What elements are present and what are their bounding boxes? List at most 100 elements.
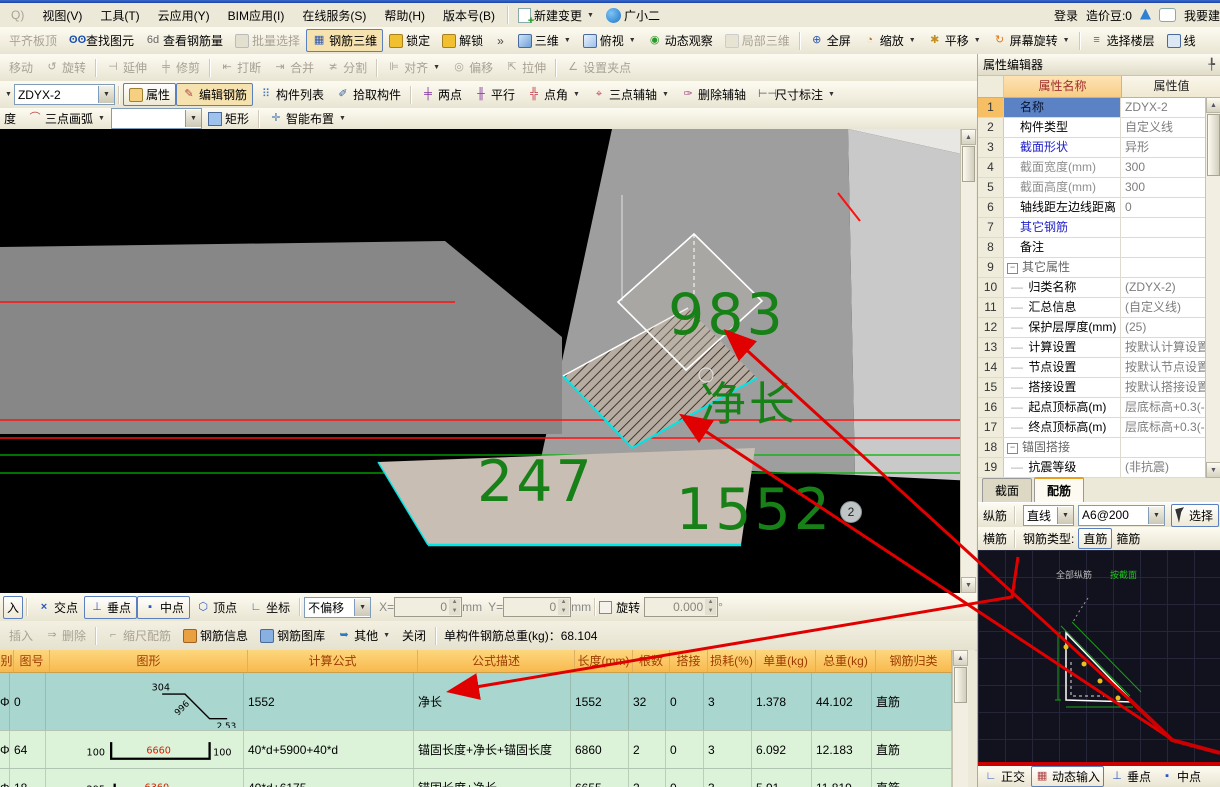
align-button[interactable]: ⊫对齐▼ xyxy=(381,56,446,79)
property-row[interactable]: 13— 计算设置按默认计算设置 xyxy=(978,338,1220,358)
canvas-scrollbar[interactable]: ▲ ▼ xyxy=(960,129,976,593)
menu-item-partial[interactable]: Q) xyxy=(2,5,33,25)
col-formula[interactable]: 计算公式 xyxy=(248,650,418,672)
col-formula-desc[interactable]: 公式描述 xyxy=(418,650,575,672)
insert-button[interactable]: 插入 xyxy=(3,624,39,647)
col-grade[interactable]: 别 xyxy=(0,650,14,672)
property-row[interactable]: 10— 归类名称(ZDYX-2) xyxy=(978,278,1220,298)
offset-mode-combobox[interactable]: 不偏移 ▼ xyxy=(304,597,371,618)
stirrup-option[interactable]: 箍筋 xyxy=(1116,530,1140,547)
cell-grade[interactable]: Φ xyxy=(0,731,10,768)
local-3d-button[interactable]: 局部三维 xyxy=(719,29,796,52)
snap-midpoint-button[interactable]: ▪中点 xyxy=(137,596,190,619)
set-grip-button[interactable]: ∠设置夹点 xyxy=(560,56,637,79)
menu-item-online-services[interactable]: 在线服务(S) xyxy=(293,4,375,27)
full-screen-button[interactable]: ⊕全屏 xyxy=(804,29,857,52)
login-button[interactable]: 登录 xyxy=(1054,7,1078,24)
cost-beans-label[interactable]: 造价豆:0 xyxy=(1086,7,1132,24)
property-row[interactable]: 12— 保护层厚度(mm)(25) xyxy=(978,318,1220,338)
dimension-button[interactable]: ⊢⊣尺寸标注▼ xyxy=(752,83,841,106)
scroll-up-icon[interactable]: ▲ xyxy=(1206,97,1220,113)
line-type-combobox[interactable]: 直线 ▼ xyxy=(1023,505,1074,526)
rebar-spec-combobox[interactable]: A6@200 ▼ xyxy=(1078,505,1165,526)
section-preview-canvas[interactable]: 全部纵筋 按截面 xyxy=(978,550,1220,762)
scale-rebar-button[interactable]: ⌐缩尺配筋 xyxy=(100,624,177,647)
combobox-arrow-icon[interactable]: ▼ xyxy=(354,599,370,616)
property-row[interactable]: 17— 终点顶标高(m)层底标高+0.3(-2 xyxy=(978,418,1220,438)
offset-button[interactable]: ◎偏移 xyxy=(446,56,499,79)
col-total-weight[interactable]: 总重(kg) xyxy=(816,650,876,672)
cell-count[interactable]: 32 xyxy=(629,673,666,730)
cell-length[interactable]: 1552 xyxy=(571,673,629,730)
other-button[interactable]: ➥其他▼ xyxy=(331,624,396,647)
cell-lap[interactable]: 0 xyxy=(666,769,704,787)
cell-formula[interactable]: 1552 xyxy=(244,673,414,730)
rebar-3d-button[interactable]: ▦钢筋三维 xyxy=(306,29,383,52)
dynamic-input-button[interactable]: ▦动态输入 xyxy=(1031,766,1104,787)
smart-layout-button[interactable]: ✛智能布置▼ xyxy=(263,107,352,130)
break-button[interactable]: ⇤打断 xyxy=(214,56,267,79)
straight-rebar-option[interactable]: 直筋 xyxy=(1078,528,1112,549)
three-point-aux-axis-button[interactable]: ⌖三点辅轴▼ xyxy=(586,83,675,106)
property-row[interactable]: 16— 起点顶标高(m)层底标高+0.3(-2 xyxy=(978,398,1220,418)
cell-total-weight[interactable]: 11.819 xyxy=(812,769,872,787)
menu-item-bim-apps[interactable]: BIM应用(I) xyxy=(219,4,294,27)
property-row[interactable]: 7其它钢筋 xyxy=(978,218,1220,238)
spinner-icon[interactable]: ▲▼ xyxy=(449,599,460,615)
snap-intersection-button[interactable]: ×交点 xyxy=(31,596,84,619)
cell-formula-desc[interactable]: 净长 xyxy=(414,673,571,730)
table-row[interactable]: Φ64100666010040*d+5900+40*d锚固长度+净长+锚固长度6… xyxy=(0,731,952,769)
col-count[interactable]: 根数 xyxy=(633,650,670,672)
feedback-chat-icon[interactable] xyxy=(1159,8,1176,22)
view-3d-button[interactable]: 三维▼ xyxy=(512,29,577,52)
cell-total-weight[interactable]: 12.183 xyxy=(812,731,872,768)
cell-category[interactable]: 直筋 xyxy=(872,731,952,768)
table-scrollbar[interactable]: ▲ xyxy=(952,650,968,787)
rebar-gallery-button[interactable]: 钢筋图库 xyxy=(254,624,331,647)
cell-loss[interactable]: 3 xyxy=(704,769,752,787)
cell-unit-weight[interactable]: 1.378 xyxy=(752,673,812,730)
combobox-arrow-icon[interactable]: ▼ xyxy=(185,110,201,127)
snap-perpendicular-button[interactable]: ⊥垂点 xyxy=(84,596,137,619)
table-row[interactable]: Φ18295636040*d+6175锚固长度+净长66552035.9111.… xyxy=(0,769,952,787)
menu-item-tools[interactable]: 工具(T) xyxy=(91,4,148,27)
overflow-chevron-icon[interactable]: » xyxy=(497,34,504,48)
two-point-axis-button[interactable]: ╪两点 xyxy=(415,83,468,106)
view-rebar-amount-button[interactable]: 6d查看钢筋量 xyxy=(140,29,229,52)
property-row[interactable]: 18−锚固搭接 xyxy=(978,438,1220,458)
extend-button[interactable]: ⊣延伸 xyxy=(100,56,153,79)
tab-reinforcement[interactable]: 配筋 xyxy=(1034,477,1084,502)
blank-combobox[interactable]: ▼ xyxy=(111,108,202,129)
col-length[interactable]: 长度(mm) xyxy=(575,650,633,672)
cell-formula[interactable]: 40*d+6175 xyxy=(244,769,414,787)
combobox-arrow-icon[interactable]: ▼ xyxy=(1148,507,1164,524)
spinner-icon[interactable]: ▲▼ xyxy=(558,599,569,615)
cell-formula-desc[interactable]: 锚固长度+净长 xyxy=(414,769,571,787)
cell-count[interactable]: 2 xyxy=(629,731,666,768)
component-combobox[interactable]: ZDYX-2 ▼ xyxy=(14,84,115,105)
col-unit-weight[interactable]: 单重(kg) xyxy=(756,650,816,672)
zoom-button[interactable]: ◔缩放▼ xyxy=(857,29,922,52)
cell-loss[interactable]: 3 xyxy=(704,673,752,730)
point-angle-axis-button[interactable]: ╬点角▼ xyxy=(521,83,586,106)
parallel-axis-button[interactable]: ╫平行 xyxy=(468,83,521,106)
x-input[interactable]: 0▲▼ xyxy=(394,597,462,617)
property-row[interactable]: 4截面宽度(mm)300 xyxy=(978,158,1220,178)
unlock-button[interactable]: 解锁 xyxy=(436,29,489,52)
combobox-arrow-icon[interactable]: ▼ xyxy=(98,86,114,103)
pin-icon[interactable]: ╄ xyxy=(1208,58,1215,71)
cell-category[interactable]: 直筋 xyxy=(872,673,952,730)
mid-snap-button[interactable]: ▪中点 xyxy=(1157,766,1204,787)
menu-item-cloud-apps[interactable]: 云应用(Y) xyxy=(149,4,219,27)
property-row[interactable]: 11— 汇总信息(自定义线) xyxy=(978,298,1220,318)
cell-diagram-no[interactable]: 0 xyxy=(10,673,46,730)
close-button[interactable]: 关闭 xyxy=(396,624,432,647)
menu-item-view[interactable]: 视图(V) xyxy=(33,4,91,27)
property-row[interactable]: 9−其它属性 xyxy=(978,258,1220,278)
rectangle-button[interactable]: 矩形 xyxy=(202,107,255,130)
input-mode-button[interactable]: 入 xyxy=(3,596,23,619)
scroll-down-icon[interactable]: ▼ xyxy=(1206,462,1220,478)
cell-category[interactable]: 直筋 xyxy=(872,769,952,787)
angle-input[interactable]: 0.000▲▼ xyxy=(644,597,718,617)
property-row[interactable]: 19— 抗震等级(非抗震) xyxy=(978,458,1220,478)
